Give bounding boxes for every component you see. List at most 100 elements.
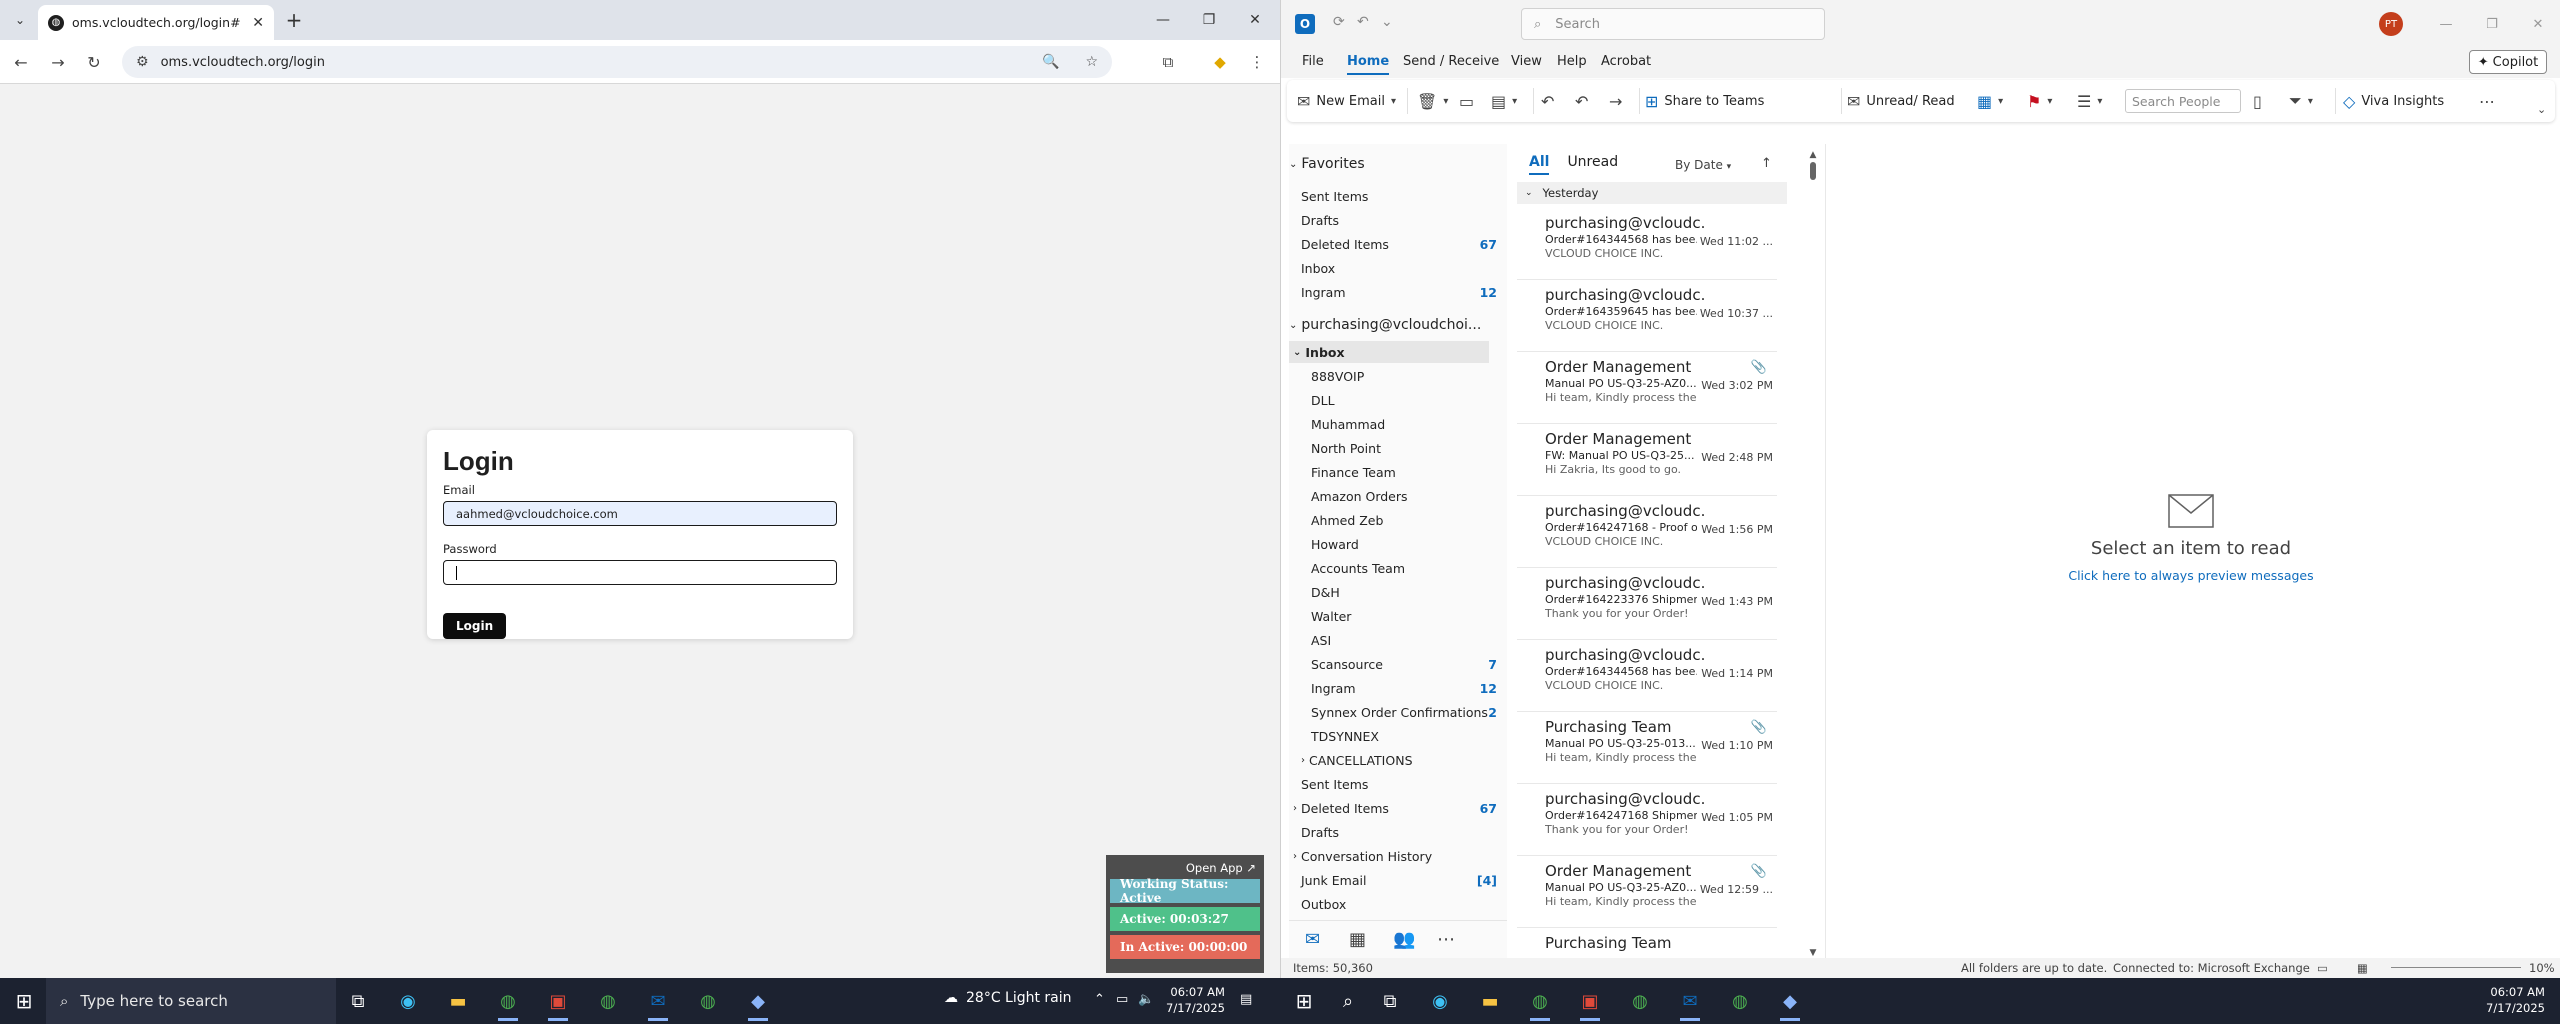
login-button[interactable]: Login: [443, 613, 507, 639]
message-item[interactable]: Order Management Manual PO US-Q3-25-AZ0..…: [1517, 856, 1777, 928]
minimize-icon[interactable]: —: [1140, 0, 1186, 40]
windows-start-icon[interactable]: ⊞: [1290, 987, 1318, 1015]
scroll-thumb[interactable]: [1810, 162, 1816, 180]
search-people-input[interactable]: Search People: [2125, 89, 2241, 113]
subfolder-item[interactable]: Ahmed Zeb: [1311, 509, 1497, 531]
minimize-icon[interactable]: —: [2423, 0, 2469, 48]
notifications-icon[interactable]: ▤: [1240, 992, 1252, 1007]
bookmark-star-icon[interactable]: ☆: [1085, 54, 1098, 70]
tab-unread[interactable]: Unread: [1567, 154, 1618, 170]
rules-button[interactable]: ☰ ▾: [2077, 90, 2102, 112]
account-folder[interactable]: Sent Items: [1301, 773, 1497, 795]
chrome-taskbar-icon-3[interactable]: ◍: [694, 987, 722, 1015]
restore-icon[interactable]: ❐: [2469, 0, 2515, 48]
subfolder-item[interactable]: › CANCELLATIONS: [1301, 749, 1497, 771]
new-tab-icon[interactable]: +: [282, 8, 306, 32]
new-email-button[interactable]: ✉ New Email ▾: [1297, 90, 1396, 112]
customize-qat-icon[interactable]: ⌄: [1381, 14, 1393, 30]
subfolder-item[interactable]: Muhammad: [1311, 413, 1497, 435]
chrome-taskbar-icon-3[interactable]: ◍: [1726, 987, 1754, 1015]
favorite-folder[interactable]: Deleted Items 67: [1301, 233, 1497, 255]
outlook-taskbar-icon[interactable]: ✉: [644, 987, 672, 1021]
account-folder[interactable]: › Conversation History: [1293, 845, 1497, 867]
password-field[interactable]: [443, 560, 837, 585]
viva-insights-button[interactable]: ◇ Viva Insights: [2343, 90, 2444, 112]
favorite-folder[interactable]: Sent Items: [1301, 185, 1497, 207]
undo-icon[interactable]: ↶: [1357, 14, 1369, 30]
ribbon-collapse-icon[interactable]: ⌄: [2537, 98, 2546, 120]
sync-icon[interactable]: ⟳: [1333, 14, 1345, 30]
subfolder-item[interactable]: DLL: [1311, 389, 1497, 411]
site-info-icon[interactable]: ⚙: [136, 54, 149, 70]
address-book-button[interactable]: ▯: [2253, 90, 2262, 112]
favorite-folder[interactable]: Drafts: [1301, 209, 1497, 231]
delete-button[interactable]: 🗑 ▾: [1417, 90, 1448, 112]
filter-button[interactable]: ⏷ ▾: [2289, 90, 2313, 112]
favorites-heading[interactable]: ⌄ Favorites: [1289, 156, 1365, 172]
network-icon[interactable]: ▭: [1116, 992, 1128, 1007]
tab-search-icon[interactable]: ⌄: [8, 8, 32, 32]
favorite-folder[interactable]: Ingram 12: [1301, 281, 1497, 303]
weather-widget[interactable]: ☁ 28°C Light rain: [944, 990, 1072, 1006]
flag-button[interactable]: ⚑ ▾: [2027, 90, 2052, 112]
favorite-folder[interactable]: Inbox: [1301, 257, 1497, 279]
account-folder[interactable]: Drafts: [1301, 821, 1497, 843]
subfolder-item[interactable]: TDSYNNEX: [1311, 725, 1497, 747]
categorize-button[interactable]: ▦ ▾: [1977, 90, 2003, 112]
back-icon[interactable]: ←: [9, 50, 33, 74]
subfolder-item[interactable]: 888VOIP: [1311, 365, 1497, 387]
account-heading[interactable]: ⌄ purchasing@vcloudchoi...: [1289, 317, 1481, 333]
message-item[interactable]: Purchasing Team Manual PO US-Q3-25-013...…: [1517, 712, 1777, 784]
message-item[interactable]: purchasing@vcloudc... Order#164344568 has…: [1517, 208, 1777, 280]
menu-home[interactable]: Home: [1347, 54, 1390, 75]
message-item[interactable]: purchasing@vcloudc... Order#164344568 has…: [1517, 640, 1777, 712]
taskbar-clock[interactable]: 06:07 AM 7/17/2025: [2486, 984, 2545, 1016]
file-explorer-icon[interactable]: ▬: [1476, 987, 1504, 1015]
browser-tab[interactable]: ◍ oms.vcloudtech.org/login# ✕: [38, 5, 274, 40]
volume-icon[interactable]: 🔈: [1138, 992, 1154, 1007]
reply-all-button[interactable]: ↶: [1575, 90, 1588, 112]
subfolder-item[interactable]: Synnex Order Confirmations 2: [1311, 701, 1497, 723]
more-apps-icon[interactable]: ⋯: [1437, 929, 1455, 950]
zoom-icon[interactable]: 🔍: [1042, 54, 1059, 70]
forward-icon[interactable]: →: [46, 50, 70, 74]
menu-view[interactable]: View: [1511, 54, 1542, 69]
people-icon[interactable]: 👥: [1393, 929, 1415, 950]
account-folder[interactable]: Junk Email [4]: [1301, 869, 1497, 891]
mail-icon[interactable]: ✉: [1305, 929, 1320, 950]
chevron-icon[interactable]: ›: [1301, 755, 1305, 766]
show-hidden-icons[interactable]: ⌃: [1094, 992, 1105, 1007]
restore-icon[interactable]: ❐: [1186, 0, 1232, 40]
subfolder-item[interactable]: Amazon Orders: [1311, 485, 1497, 507]
message-item[interactable]: Purchasing Team: [1517, 928, 1777, 958]
task-view-icon[interactable]: ⧉: [344, 987, 372, 1015]
chrome-taskbar-icon-2[interactable]: ◍: [1626, 987, 1654, 1015]
subfolder-item[interactable]: Walter: [1311, 605, 1497, 627]
more-options-icon[interactable]: ⋯: [2479, 90, 2495, 112]
sort-direction-icon[interactable]: ↑: [1761, 156, 1772, 171]
task-view-icon[interactable]: ⧉: [1376, 987, 1404, 1015]
subfolder-item[interactable]: North Point: [1311, 437, 1497, 459]
account-folder[interactable]: Outbox: [1301, 893, 1497, 915]
preview-messages-link[interactable]: Click here to always preview messages: [1826, 568, 2556, 583]
subfolder-item[interactable]: D&H: [1311, 581, 1497, 603]
edge-icon[interactable]: ◉: [1426, 987, 1454, 1015]
zoho-icon[interactable]: ▣: [1576, 987, 1604, 1021]
menu-acrobat[interactable]: Acrobat: [1601, 54, 1651, 69]
outlook-search-input[interactable]: ⌕ Search: [1521, 8, 1825, 40]
close-window-icon[interactable]: ✕: [1232, 0, 1278, 40]
extension-app-icon[interactable]: ◆: [1208, 50, 1232, 74]
file-explorer-icon[interactable]: ▬: [444, 987, 472, 1015]
chevron-down-icon[interactable]: ▾: [1391, 96, 1396, 107]
app-taskbar-icon[interactable]: ◆: [1776, 987, 1804, 1021]
tab-all[interactable]: All: [1529, 154, 1550, 175]
subfolder-item[interactable]: Howard: [1311, 533, 1497, 555]
taskbar-search-input[interactable]: ⌕ Type here to search: [46, 978, 336, 1024]
edge-icon[interactable]: ◉: [394, 987, 422, 1015]
calendar-icon[interactable]: ▦: [1349, 929, 1366, 950]
account-folder[interactable]: › Deleted Items 67: [1293, 797, 1497, 819]
forward-button[interactable]: →: [1609, 90, 1622, 112]
zoom-slider[interactable]: [2391, 967, 2521, 968]
move-button[interactable]: ▤ ▾: [1491, 90, 1517, 112]
close-window-icon[interactable]: ✕: [2515, 0, 2560, 48]
